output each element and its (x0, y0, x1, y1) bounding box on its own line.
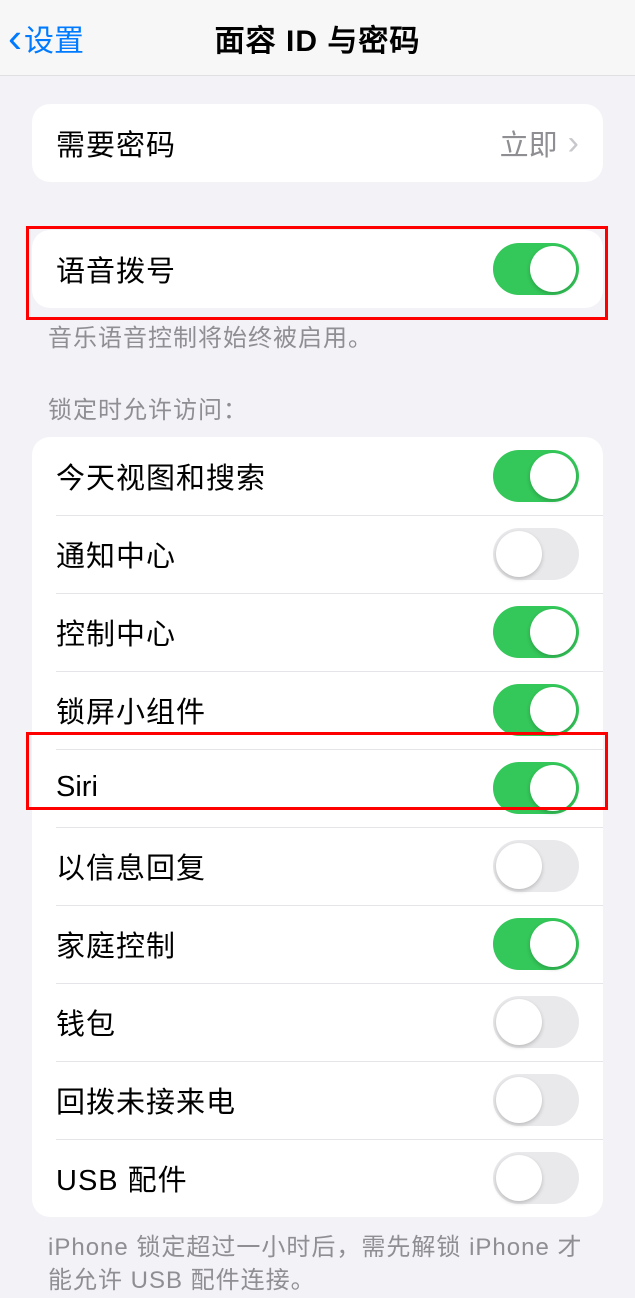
row-lock-item: 以信息回复 (32, 827, 603, 905)
lock-item-label: USB 配件 (56, 1157, 493, 1199)
voice-dial-footer: 音乐语音控制将始终被启用。 (48, 322, 587, 356)
lock-item-toggle[interactable] (493, 450, 579, 502)
lock-item-toggle[interactable] (493, 918, 579, 970)
lock-item-label: Siri (56, 771, 493, 804)
lock-item-label: 今天视图和搜索 (56, 455, 493, 497)
navigation-bar: ‹ 设置 面容 ID 与密码 (0, 0, 635, 76)
lock-item-label: 以信息回复 (56, 845, 493, 887)
back-label: 设置 (24, 16, 84, 60)
row-require-passcode[interactable]: 需要密码 立即 › (32, 104, 603, 182)
chevron-left-icon: ‹ (8, 17, 22, 59)
row-lock-item: 回拨未接来电 (32, 1061, 603, 1139)
row-lock-item: 控制中心 (32, 593, 603, 671)
chevron-right-icon: › (568, 126, 579, 160)
lock-access-header: 锁定时允许访问： (48, 390, 587, 425)
lock-item-label: 控制中心 (56, 611, 493, 653)
row-lock-item: USB 配件 (32, 1139, 603, 1217)
require-passcode-value: 立即 (500, 122, 558, 164)
lock-access-footer: iPhone 锁定超过一小时后，需先解锁 iPhone 才能允许 USB 配件连… (48, 1231, 587, 1298)
lock-item-label: 锁屏小组件 (56, 689, 493, 731)
require-passcode-label: 需要密码 (56, 122, 500, 164)
row-lock-item: 锁屏小组件 (32, 671, 603, 749)
back-button[interactable]: ‹ 设置 (0, 16, 84, 60)
lock-item-toggle[interactable] (493, 606, 579, 658)
lock-item-toggle[interactable] (493, 1152, 579, 1204)
group-lock-access: 今天视图和搜索通知中心控制中心锁屏小组件 Siri 以信息回复家庭控制钱包回拨未接来… (32, 437, 603, 1217)
row-lock-item: 今天视图和搜索 (32, 437, 603, 515)
row-lock-item: 通知中心 (32, 515, 603, 593)
lock-item-label: 钱包 (56, 1001, 493, 1043)
lock-item-toggle[interactable] (493, 996, 579, 1048)
lock-item-toggle[interactable] (493, 528, 579, 580)
lock-item-toggle[interactable] (493, 762, 579, 814)
row-lock-item: 家庭控制 (32, 905, 603, 983)
lock-item-label: 通知中心 (56, 533, 493, 575)
page-title: 面容 ID 与密码 (215, 16, 421, 60)
row-lock-item: 钱包 (32, 983, 603, 1061)
row-voice-dial: 语音拨号 (32, 230, 603, 308)
voice-dial-toggle[interactable] (493, 243, 579, 295)
group-voice-dial: 语音拨号 (32, 230, 603, 308)
group-passcode: 需要密码 立即 › (32, 104, 603, 182)
voice-dial-label: 语音拨号 (56, 248, 493, 290)
lock-item-toggle[interactable] (493, 1074, 579, 1126)
row-lock-item: Siri (32, 749, 603, 827)
lock-item-toggle[interactable] (493, 840, 579, 892)
lock-item-label: 家庭控制 (56, 923, 493, 965)
lock-item-toggle[interactable] (493, 684, 579, 736)
lock-item-label: 回拨未接来电 (56, 1079, 493, 1121)
